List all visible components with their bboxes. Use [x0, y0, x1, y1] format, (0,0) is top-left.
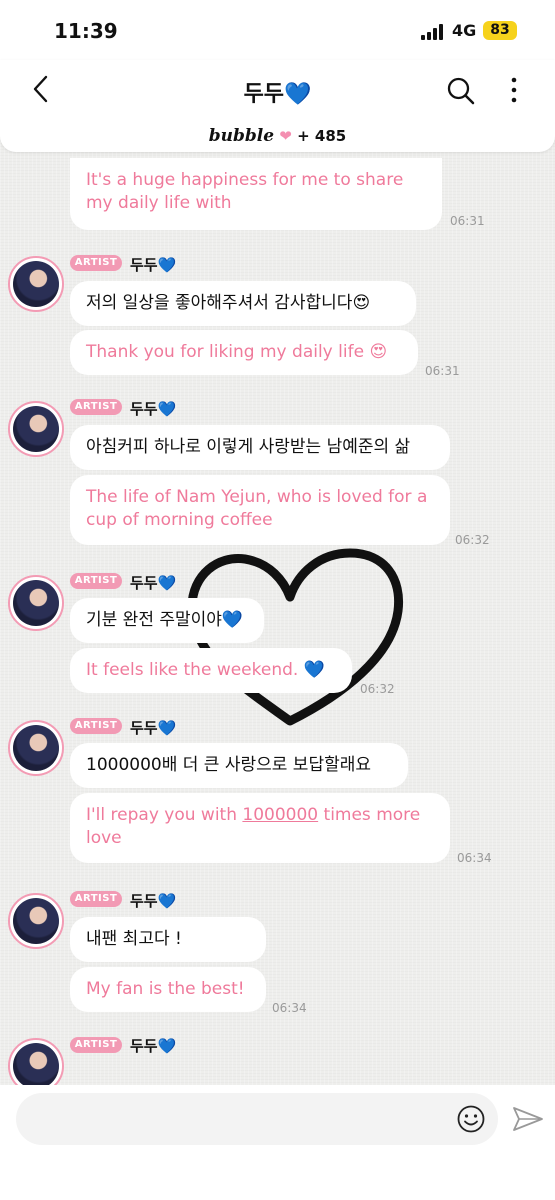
smile-icon[interactable]	[456, 1104, 486, 1134]
status-time: 11:39	[54, 19, 118, 43]
send-icon[interactable]	[512, 1105, 544, 1133]
message-timestamp: 06:34	[272, 1001, 307, 1015]
message-timestamp: 06:32	[455, 533, 490, 547]
bubble-subscription[interactable]: bubble ❤ + 485	[0, 126, 555, 146]
message-korean: 1000000배 더 큰 사랑으로 보답할래요	[70, 743, 408, 788]
chat-header: 두두💙 bubble ❤ + 485	[0, 60, 555, 152]
sender-name: 두두💙	[130, 719, 177, 737]
heart-icon: ❤	[279, 127, 292, 145]
message-translation: I'll repay you with 1000000 times more l…	[70, 793, 450, 863]
message-timestamp: 06:34	[457, 851, 492, 865]
message-translation: My fan is the best!	[70, 967, 266, 1012]
artist-badge: ARTIST	[70, 718, 122, 734]
message-timestamp: 06:31	[450, 214, 485, 228]
message-korean: 내팬 최고다 !	[70, 917, 266, 962]
signal-icon	[421, 24, 445, 40]
avatar[interactable]	[8, 256, 64, 312]
sender-name: 두두💙	[130, 256, 177, 274]
number-link[interactable]: 1000000	[242, 805, 318, 825]
avatar[interactable]	[8, 720, 64, 776]
message-timestamp: 06:32	[360, 682, 395, 696]
message-korean: 저의 일상을 좋아해주셔서 감사합니다😍	[70, 281, 416, 326]
sender-name: 두두💙	[130, 1037, 177, 1055]
message-korean: 기분 완전 주말이야💙	[70, 598, 264, 643]
status-bar: 11:39 4G 83	[0, 0, 555, 60]
sender-name: 두두💙	[130, 400, 177, 418]
message-timestamp: 06:31	[425, 364, 460, 378]
avatar[interactable]	[8, 893, 64, 949]
message-input[interactable]	[16, 1093, 498, 1145]
network-label: 4G	[452, 21, 477, 40]
artist-badge: ARTIST	[70, 399, 122, 415]
message-translation: Thank you for liking my daily life 😍	[70, 330, 418, 375]
search-icon[interactable]	[446, 76, 476, 106]
sender-name: 두두💙	[130, 892, 177, 910]
avatar[interactable]	[8, 575, 64, 631]
bubble-brand: bubble	[208, 126, 275, 146]
artist-badge: ARTIST	[70, 891, 122, 907]
subscriber-count: + 485	[297, 127, 347, 145]
message-korean: 아침커피 하나로 이렇게 사랑받는 남예준의 삶	[70, 425, 450, 470]
sender-name: 두두💙	[130, 574, 177, 592]
avatar[interactable]	[8, 401, 64, 457]
artist-badge: ARTIST	[70, 1037, 122, 1053]
battery-indicator: 83	[483, 21, 517, 40]
message-translation: It feels like the weekend. 💙	[70, 648, 352, 693]
message-input-bar	[0, 1085, 555, 1200]
more-vertical-icon[interactable]	[510, 76, 518, 104]
message-translation: The life of Nam Yejun, who is loved for …	[70, 475, 450, 545]
message-translation: It's a huge happiness for me to share my…	[70, 158, 442, 230]
artist-badge: ARTIST	[70, 573, 122, 589]
artist-badge: ARTIST	[70, 255, 122, 271]
